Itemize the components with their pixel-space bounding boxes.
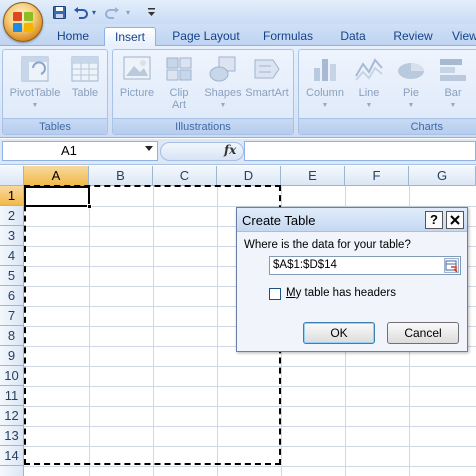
group-label-charts: Charts: [299, 118, 476, 134]
range-input[interactable]: $A$1:$D$14: [269, 256, 461, 275]
pivottable-button: PivotTable ▼: [6, 52, 64, 116]
customize-qat-icon[interactable]: [146, 4, 156, 20]
name-box-dropdown-icon[interactable]: [145, 146, 153, 151]
group-tables: PivotTable ▼ Table Tables: [2, 49, 108, 135]
row-header-10[interactable]: 10: [0, 366, 24, 386]
ribbon: PivotTable ▼ Table Tables Picture Clip Ar…: [0, 46, 476, 138]
dropdown-arrow-icon: ▼: [321, 102, 329, 109]
group-illustrations: Picture Clip Art Shapes ▼ SmartArt Illust…: [112, 49, 294, 135]
undo-icon[interactable]: [72, 4, 88, 20]
close-button[interactable]: [446, 211, 464, 229]
table-button: Table: [61, 52, 109, 116]
table-icon: [69, 54, 101, 84]
tab-data[interactable]: Data: [330, 27, 376, 46]
row-header-8[interactable]: 8: [0, 326, 24, 346]
cancel-button[interactable]: Cancel: [387, 322, 459, 344]
dropdown-arrow-icon: ▼: [31, 102, 39, 109]
group-charts: Column ▼ Line ▼ Pie ▼ Bar ▼ Charts: [298, 49, 476, 135]
column-header-e[interactable]: E: [281, 166, 345, 186]
column-header-a[interactable]: A: [24, 166, 89, 186]
tab-review[interactable]: Review: [386, 27, 440, 46]
grid-line: [24, 466, 476, 467]
row-header-5[interactable]: 5: [0, 266, 24, 286]
range-value[interactable]: $A$1:$D$14: [273, 259, 337, 271]
range-picker-icon: [445, 260, 458, 273]
headers-checkbox[interactable]: [269, 288, 281, 300]
smartart-icon: [251, 54, 283, 84]
save-icon[interactable]: [52, 4, 66, 20]
tab-insert[interactable]: Insert: [104, 27, 156, 47]
shapes-button: Shapes ▼: [199, 52, 247, 116]
group-label-illustrations: Illustrations: [113, 118, 293, 134]
shapes-icon: [207, 54, 239, 84]
title-bar: ▾ ▾: [0, 0, 476, 24]
tab-home[interactable]: Home: [48, 27, 98, 46]
row-header-12[interactable]: 12: [0, 406, 24, 426]
smartart-button: SmartArt: [243, 52, 291, 116]
line-chart-button: Line ▼: [345, 52, 393, 116]
row-header-9[interactable]: 9: [0, 346, 24, 366]
column-header-g[interactable]: G: [409, 166, 476, 186]
column-chart-button: Column ▼: [301, 52, 349, 116]
row-header-14[interactable]: 14: [0, 446, 24, 466]
row-header-1[interactable]: 1: [0, 186, 24, 206]
name-box[interactable]: A1: [2, 141, 158, 161]
office-button[interactable]: [3, 2, 43, 42]
column-chart-icon: [309, 54, 341, 84]
clip-art-icon: [163, 54, 195, 84]
column-header-c[interactable]: C: [153, 166, 217, 186]
dropdown-arrow-icon: ▼: [365, 102, 373, 109]
column-header-b[interactable]: B: [89, 166, 153, 186]
collapse-dialog-button[interactable]: [444, 258, 459, 273]
dropdown-arrow-icon: ▼: [219, 102, 227, 109]
ok-button[interactable]: OK: [303, 322, 375, 344]
row-header-15[interactable]: [0, 466, 24, 476]
row-header-7[interactable]: 7: [0, 306, 24, 326]
dialog-title-bar[interactable]: Create Table ?: [237, 208, 467, 232]
tab-page-layout[interactable]: Page Layout: [166, 27, 246, 46]
formula-bar: A1 fx: [0, 139, 476, 165]
row-header-13[interactable]: 13: [0, 426, 24, 446]
row-header-4[interactable]: 4: [0, 246, 24, 266]
picture-icon: [121, 54, 153, 84]
headers-checkbox-label[interactable]: My table has headers: [286, 287, 396, 299]
dropdown-arrow-icon: ▼: [449, 102, 457, 109]
pie-chart-button: Pie ▼: [387, 52, 435, 116]
pivottable-icon: [19, 54, 51, 84]
undo-dropdown-icon[interactable]: ▾: [90, 4, 98, 20]
bar-chart-icon: [437, 54, 469, 84]
row-header-11[interactable]: 11: [0, 386, 24, 406]
ribbon-tabs: Home Insert Page Layout Formulas Data Re…: [0, 24, 476, 47]
range-prompt-label: Where is the data for your table?: [244, 239, 411, 251]
picture-button: Picture: [113, 52, 161, 116]
bar-chart-button: Bar ▼: [429, 52, 476, 116]
help-button[interactable]: ?: [425, 211, 443, 229]
insert-function-icon[interactable]: fx: [224, 143, 236, 157]
formula-input[interactable]: [244, 141, 476, 161]
dialog-title: Create Table: [242, 213, 316, 228]
create-table-dialog: Create Table ? Where is the data for you…: [236, 207, 468, 352]
column-header-f[interactable]: F: [345, 166, 409, 186]
pie-chart-icon: [395, 54, 427, 84]
clip-art-button: Clip Art: [155, 52, 203, 116]
redo-icon: [104, 4, 120, 20]
tab-formulas[interactable]: Formulas: [256, 27, 320, 46]
office-logo-icon: [13, 12, 33, 32]
select-all-corner[interactable]: [0, 166, 24, 186]
row-header-2[interactable]: 2: [0, 206, 24, 226]
dropdown-arrow-icon: ▼: [407, 102, 415, 109]
redo-dropdown-icon: ▾: [125, 7, 130, 17]
row-header-3[interactable]: 3: [0, 226, 24, 246]
fill-handle[interactable]: [87, 204, 92, 209]
group-label-tables: Tables: [3, 118, 107, 134]
row-header-6[interactable]: 6: [0, 286, 24, 306]
line-chart-icon: [353, 54, 385, 84]
column-header-d[interactable]: D: [217, 166, 281, 186]
active-cell-a1[interactable]: [24, 186, 90, 207]
tab-view[interactable]: View: [452, 27, 476, 46]
close-icon: [450, 215, 460, 225]
